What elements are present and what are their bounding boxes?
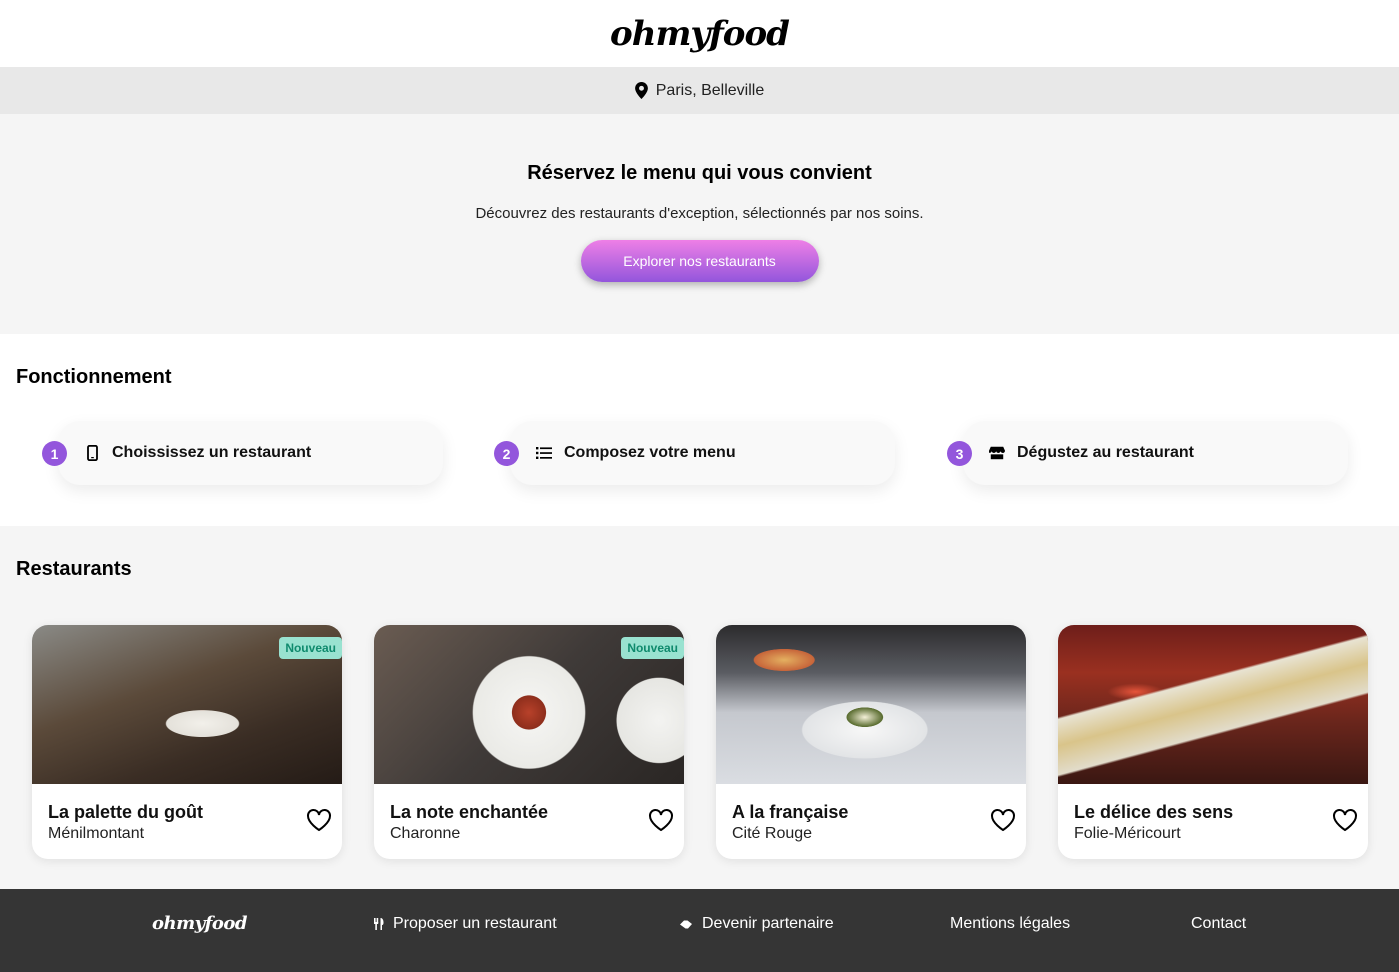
- how-it-works-title: Fonctionnement: [16, 366, 172, 388]
- restaurant-card[interactable]: Nouveau La note enchantée Charonne: [374, 625, 684, 859]
- location-text: Paris, Belleville: [655, 81, 765, 99]
- heart-icon[interactable]: [306, 808, 332, 832]
- hero-section: Réservez le menu qui vous convient Décou…: [0, 114, 1399, 334]
- restaurant-info: La note enchantée Charonne: [374, 784, 684, 843]
- footer-link-propose-restaurant[interactable]: Proposer un restaurant: [374, 915, 557, 933]
- hero-subtitle: Découvrez des restaurants d'exception, s…: [475, 205, 924, 222]
- step-item: 2 Composez votre menu: [494, 421, 895, 485]
- store-icon: [989, 445, 1005, 461]
- list-icon: [536, 445, 552, 461]
- location-bar[interactable]: Paris, Belleville: [0, 67, 1399, 114]
- new-badge: Nouveau: [621, 637, 684, 659]
- footer-link-legal[interactable]: Mentions légales: [950, 915, 1070, 933]
- restaurant-name: La palette du goût: [48, 802, 203, 822]
- step-number: 1: [42, 441, 67, 466]
- step-label: Composez votre menu: [564, 444, 736, 461]
- utensils-icon: [374, 918, 384, 930]
- restaurant-card[interactable]: A la française Cité Rouge: [716, 625, 1026, 859]
- site-header: ohmyfood: [0, 0, 1399, 67]
- how-it-works-section: Fonctionnement 1 Choississez un restaura…: [0, 334, 1399, 526]
- step-label: Dégustez au restaurant: [1017, 444, 1194, 461]
- restaurant-photo: [716, 625, 1026, 784]
- restaurant-area: Charonne: [390, 825, 461, 842]
- restaurant-photo: Nouveau: [32, 625, 342, 784]
- footer-link-label: Contact: [1191, 915, 1247, 932]
- footer-link-become-partner[interactable]: Devenir partenaire: [679, 915, 834, 933]
- footer-link-contact[interactable]: Contact: [1191, 915, 1246, 933]
- restaurant-area: Folie-Méricourt: [1074, 825, 1181, 842]
- mobile-phone-icon: [84, 445, 100, 461]
- site-logo[interactable]: ohmyfood: [610, 14, 790, 54]
- restaurant-card[interactable]: Le délice des sens Folie-Méricourt: [1058, 625, 1368, 859]
- map-pin-icon: [634, 82, 648, 99]
- footer-link-label: Mentions légales: [950, 915, 1071, 932]
- hero-title: Réservez le menu qui vous convient: [527, 162, 872, 184]
- restaurant-cards: Nouveau La palette du goût Ménilmontant …: [16, 581, 1383, 859]
- restaurant-card[interactable]: Nouveau La palette du goût Ménilmontant: [32, 625, 342, 859]
- new-badge: Nouveau: [279, 637, 342, 659]
- heart-icon[interactable]: [1332, 808, 1358, 832]
- step-number: 2: [494, 441, 519, 466]
- restaurant-info: A la française Cité Rouge: [716, 784, 1026, 843]
- restaurant-name: A la française: [732, 802, 849, 822]
- restaurant-info: Le délice des sens Folie-Méricourt: [1058, 784, 1368, 843]
- restaurants-section: Restaurants Nouveau La palette du goût M…: [0, 526, 1399, 889]
- step-item: 1 Choississez un restaurant: [42, 421, 443, 485]
- site-footer: ohmyfood Proposer un restaurant Devenir …: [0, 889, 1399, 972]
- restaurant-info: La palette du goût Ménilmontant: [32, 784, 342, 843]
- steps-list: 1 Choississez un restaurant 2 Composez v…: [16, 389, 1383, 509]
- restaurant-name: Le délice des sens: [1074, 802, 1234, 822]
- restaurant-photo: Nouveau: [374, 625, 684, 784]
- step-item: 3 Dégustez au restaurant: [947, 421, 1348, 485]
- heart-icon[interactable]: [990, 808, 1016, 832]
- heart-icon[interactable]: [648, 808, 674, 832]
- restaurant-name: La note enchantée: [390, 802, 549, 822]
- handshake-icon: [680, 920, 692, 928]
- restaurant-area: Ménilmontant: [48, 825, 145, 842]
- footer-logo[interactable]: ohmyfood: [152, 913, 247, 934]
- restaurants-title: Restaurants: [16, 558, 132, 580]
- footer-link-label: Proposer un restaurant: [393, 915, 557, 932]
- restaurant-area: Cité Rouge: [732, 825, 813, 842]
- restaurant-photo: [1058, 625, 1368, 784]
- step-label: Choississez un restaurant: [112, 444, 312, 461]
- step-number: 3: [947, 441, 972, 466]
- footer-link-label: Devenir partenaire: [702, 915, 834, 932]
- explore-restaurants-button[interactable]: Explorer nos restaurants: [580, 240, 819, 282]
